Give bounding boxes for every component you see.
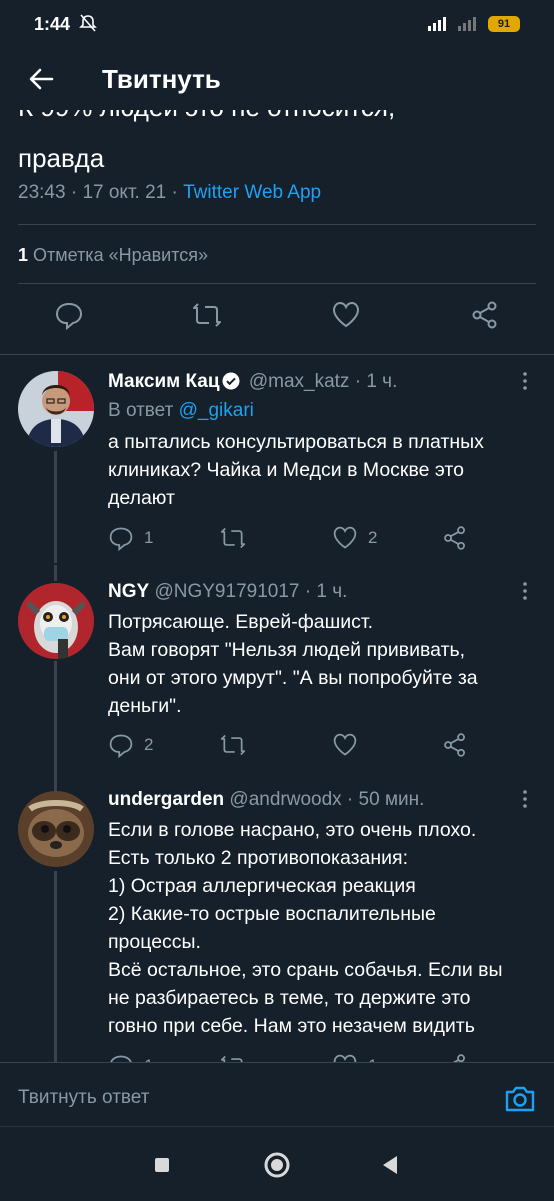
avatar[interactable] — [18, 583, 94, 659]
back-arrow-icon[interactable] — [26, 64, 56, 94]
reply-count: 2 — [144, 735, 154, 754]
reply-to-label: В ответ — [108, 400, 174, 421]
likes-summary[interactable]: 1 Отметка «Нравится» — [18, 245, 208, 266]
reply-icon — [109, 734, 133, 759]
author-handle[interactable]: @andrwoodx — [229, 789, 341, 810]
retweet-icon[interactable] — [192, 300, 222, 330]
share-icon — [444, 733, 465, 757]
camera-icon[interactable] — [504, 1083, 536, 1113]
tweet-time: 23:43 — [18, 182, 66, 203]
reply-time: 50 мин. — [358, 789, 425, 810]
reply-input[interactable]: Твитнуть ответ — [18, 1087, 149, 1109]
like-heart-icon — [333, 526, 357, 549]
like-button[interactable] — [332, 732, 368, 760]
avatar[interactable] — [18, 371, 94, 447]
retweet-button[interactable] — [220, 525, 256, 553]
avatar[interactable] — [18, 791, 94, 867]
likes-count: 1 — [18, 245, 29, 265]
tweet-source-link[interactable]: Twitter Web App — [183, 182, 321, 203]
reply-tweet[interactable]: undergarden @andrwoodx · 50 мин. Если в … — [0, 775, 554, 1080]
status-bar: 1:44 91 — [0, 0, 554, 50]
author-name[interactable]: undergarden — [108, 789, 224, 810]
page-title: Твитнуть — [102, 64, 221, 94]
thread-line — [54, 451, 57, 563]
reply-header: Максим Кац @max_katz · 1 ч. — [108, 371, 398, 392]
reply-to: В ответ @_gikari — [108, 400, 254, 422]
tweet-action-bar — [0, 300, 554, 340]
notifications-muted-icon — [79, 14, 97, 32]
reply-button[interactable]: 2 — [108, 732, 153, 760]
more-options-icon[interactable] — [518, 371, 532, 391]
battery-indicator: 91 — [488, 16, 520, 32]
reply-tweet[interactable]: NGY @NGY91791017 · 1 ч. Потрясающе. Евре… — [0, 565, 554, 775]
back-triangle-icon[interactable] — [377, 1151, 405, 1179]
system-nav-bar — [0, 1126, 554, 1201]
tweet-meta: 23:43 · 17 окт. 21 · Twitter Web App — [18, 182, 322, 203]
retweet-icon — [220, 734, 246, 756]
more-options-icon[interactable] — [518, 581, 532, 601]
reply-text: а пытались консультироваться в платных к… — [108, 431, 484, 509]
reply-composer[interactable]: Твитнуть ответ — [0, 1062, 554, 1127]
reply-button[interactable]: 1 — [108, 525, 153, 553]
tweet-text: правда — [18, 143, 105, 173]
divider — [18, 283, 536, 284]
home-circle-icon[interactable] — [263, 1151, 291, 1179]
author-handle[interactable]: @max_katz — [249, 371, 350, 392]
author-name[interactable]: Максим Кац — [108, 371, 220, 392]
author-handle[interactable]: @NGY91791017 — [154, 581, 299, 602]
likes-label: Отметка «Нравится» — [33, 245, 209, 265]
reply-count: 1 — [144, 528, 154, 547]
like-heart-icon[interactable] — [331, 300, 361, 330]
reply-action-bar: 2 — [108, 732, 508, 760]
reply-header: NGY @NGY91791017 · 1 ч. — [108, 581, 348, 602]
like-heart-icon — [333, 733, 357, 756]
recents-square-icon[interactable] — [148, 1151, 176, 1179]
tweet-date: 17 окт. 21 — [82, 182, 167, 203]
app-header: Твитнуть — [0, 50, 554, 110]
retweet-icon — [220, 527, 246, 549]
status-time: 1:44 — [34, 14, 71, 34]
share-button[interactable] — [442, 525, 468, 553]
author-name[interactable]: NGY — [108, 581, 149, 602]
like-button[interactable]: 2 — [332, 525, 377, 553]
divider — [18, 224, 536, 225]
reply-time: 1 ч. — [366, 371, 398, 392]
reply-text: Если в голове насрано, это очень плохо. … — [108, 819, 503, 1037]
more-options-icon[interactable] — [518, 789, 532, 809]
reply-header: undergarden @andrwoodx · 50 мин. — [108, 789, 425, 810]
thread-line — [54, 661, 57, 775]
reply-time: 1 ч. — [316, 581, 348, 602]
reply-icon[interactable] — [54, 300, 84, 330]
reply-to-handle[interactable]: @_gikari — [179, 400, 254, 421]
reply-tweet[interactable]: Максим Кац @max_katz · 1 ч. В ответ @_gi… — [0, 355, 554, 565]
thread-line — [54, 565, 57, 581]
reply-icon — [109, 527, 133, 552]
share-button[interactable] — [442, 732, 468, 760]
like-count: 2 — [368, 528, 378, 547]
retweet-button[interactable] — [220, 732, 256, 760]
reply-text: Потрясающе. Еврей-фашист. Вам говорят "Н… — [108, 611, 478, 717]
share-icon[interactable] — [470, 300, 500, 330]
reply-action-bar: 1 2 — [108, 525, 508, 553]
signal-icon — [428, 17, 476, 31]
share-icon — [444, 526, 465, 550]
thread-line — [54, 871, 57, 1071]
thread-line — [54, 775, 57, 791]
verified-badge-icon — [222, 372, 240, 390]
